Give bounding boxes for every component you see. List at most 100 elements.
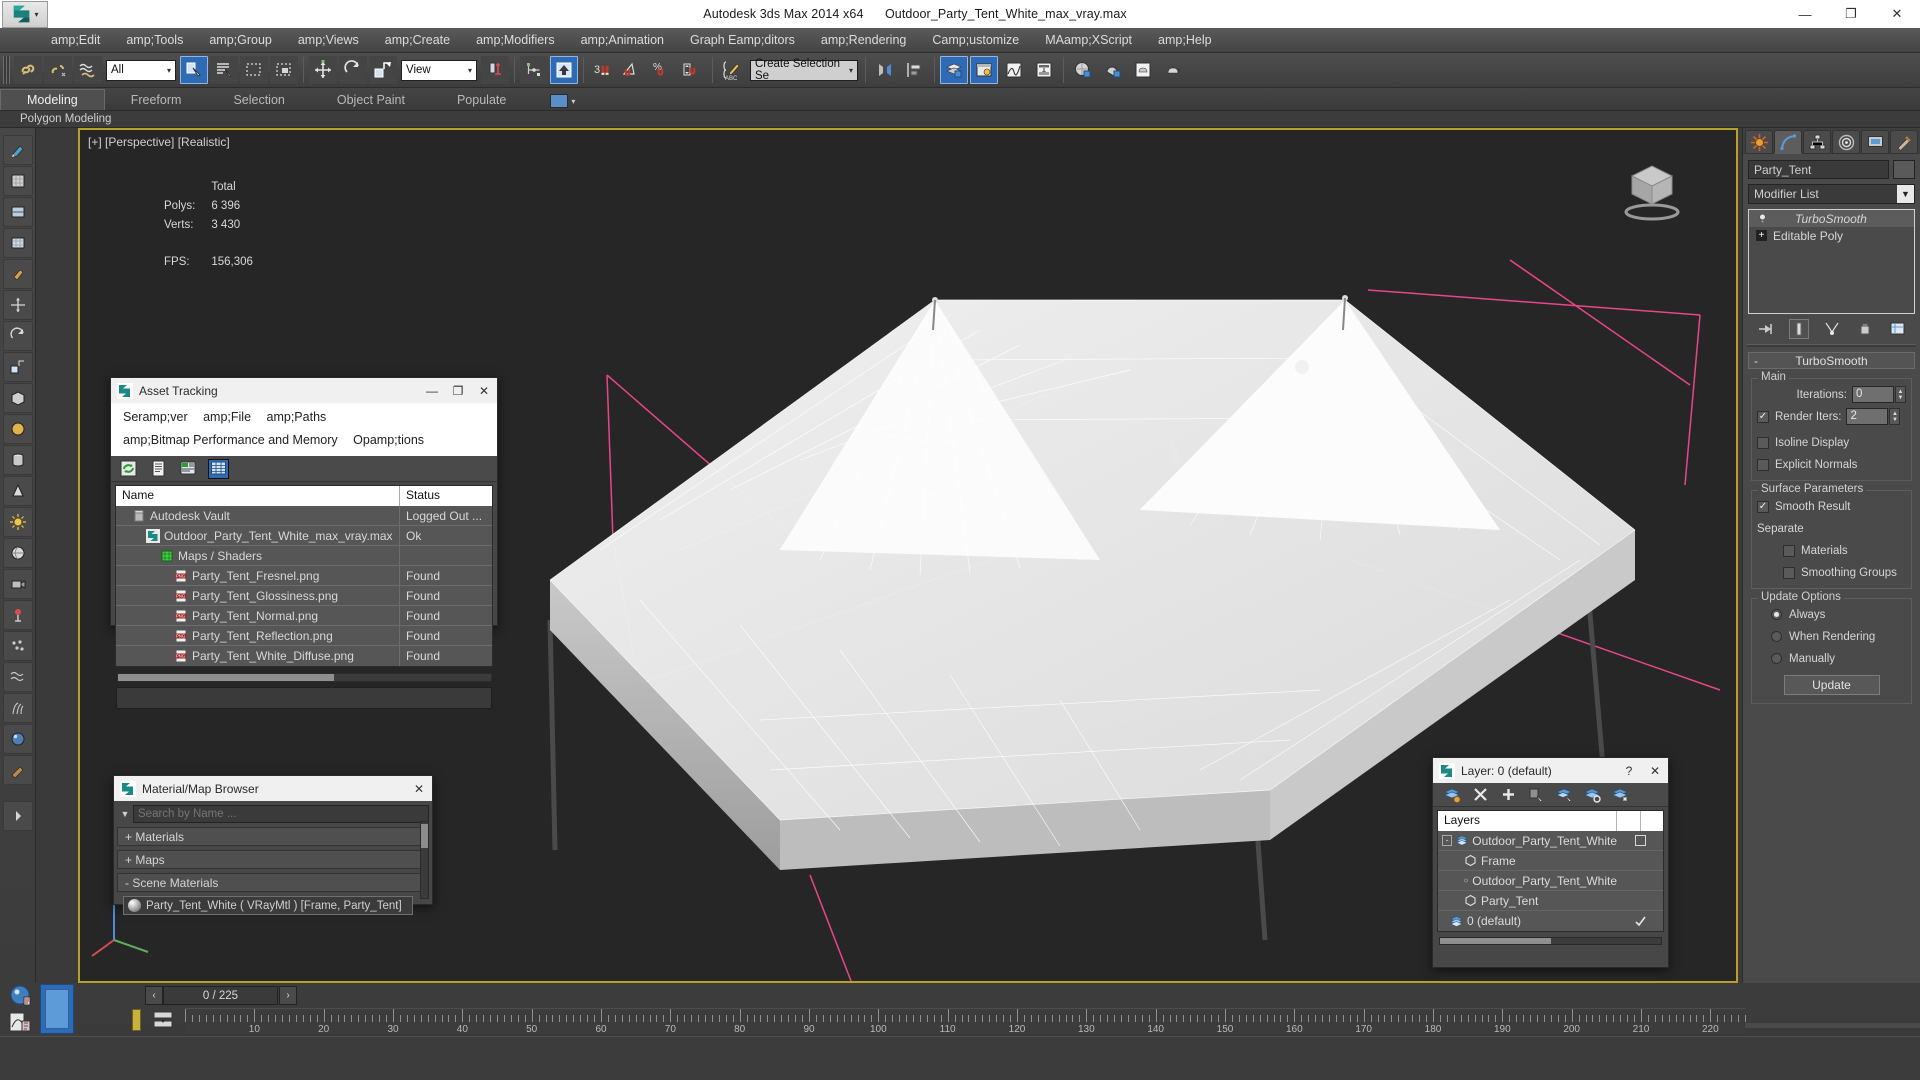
scrollbar-thumb[interactable] [1440, 938, 1551, 944]
object-name-field[interactable]: Party_Tent [1748, 160, 1889, 179]
expander-icon[interactable]: - [1442, 835, 1453, 846]
tab-selection[interactable]: Selection [207, 90, 310, 110]
show-end-result-button[interactable] [1788, 319, 1809, 339]
material-editor-button[interactable] [1069, 56, 1097, 84]
search-input[interactable] [133, 805, 429, 823]
track-bar[interactable]: 10 20 30 40 50 60 70 80 90 100 110 120 130 140 150 160 1… [185, 1008, 1746, 1035]
rectangular-selection-region-button[interactable] [240, 56, 268, 84]
explicit-normals-checkbox[interactable] [1757, 458, 1769, 471]
table-row[interactable]: PNG Party_Tent_White_Diffuse.png Found [116, 646, 492, 666]
tool-spacewarp-button[interactable] [3, 662, 33, 692]
current-frame-field[interactable]: 0 / 225 [163, 986, 278, 1005]
schematic-view-button[interactable] [1030, 56, 1058, 84]
stack-item-editable-poly[interactable]: + Editable Poly [1749, 227, 1914, 244]
prev-frame-button[interactable]: ‹ [145, 986, 163, 1005]
layer-close-button[interactable]: ✕ [1642, 758, 1668, 783]
ribbon-options-button[interactable]: ▾ [550, 94, 575, 108]
path-editor-button[interactable] [178, 459, 199, 479]
menu-item-edit[interactable]: amp;Edit [38, 30, 113, 50]
asset-menu-options[interactable]: Opamp;tions [347, 429, 430, 452]
separate-smoothing-groups-checkbox[interactable] [1783, 566, 1795, 579]
time-configuration-button[interactable] [6, 985, 36, 1011]
stack-item-turbosmooth[interactable]: TurboSmooth [1749, 210, 1914, 227]
update-manually-row[interactable]: Manually [1757, 649, 1906, 668]
asset-tracking-titlebar[interactable]: Asset Tracking — ❐ ✕ [111, 378, 497, 403]
list-item[interactable]: Frame [1438, 851, 1663, 871]
asset-menu-file[interactable]: amp;File [197, 406, 257, 429]
layer-column-freeze[interactable] [1641, 811, 1663, 831]
toolbar-grip[interactable] [3, 56, 10, 84]
rollout-collapse-icon[interactable]: - [1754, 354, 1758, 368]
separate-materials-checkbox[interactable] [1783, 544, 1795, 557]
render-iters-checkbox[interactable]: ✓ [1757, 410, 1769, 423]
scrollbar-thumb[interactable] [421, 824, 428, 848]
table-row[interactable]: PNG Party_Tent_Normal.png Found [116, 606, 492, 626]
snaps-toggle-button[interactable]: 3 [589, 56, 617, 84]
layer-settings-button[interactable] [1609, 785, 1631, 805]
object-color-swatch[interactable] [1893, 160, 1915, 179]
rollout-header[interactable]: - TurboSmooth [1748, 352, 1915, 369]
render-setup-button[interactable] [1099, 56, 1127, 84]
asset-close-button[interactable]: ✕ [471, 378, 497, 403]
open-mini-curve-editor-button[interactable] [6, 1011, 36, 1035]
expander-plus-icon[interactable]: + [1756, 230, 1767, 241]
tool-geosphere-button[interactable] [3, 538, 33, 568]
menu-item-animation[interactable]: amp;Animation [568, 30, 677, 50]
table-row[interactable]: PNG Party_Tent_Reflection.png Found [116, 626, 492, 646]
window-crossing-button[interactable] [270, 56, 298, 84]
tool-cone-button[interactable] [3, 476, 33, 506]
update-always-radio[interactable] [1771, 609, 1782, 620]
menu-item-help[interactable]: amp;Help [1145, 30, 1225, 50]
unlink-selection-button[interactable] [44, 56, 72, 84]
asset-tracking-window[interactable]: Asset Tracking — ❐ ✕ Seramp;ver amp;File… [110, 377, 498, 709]
group-scene-materials[interactable]: - Scene Materials [117, 873, 429, 892]
update-manually-radio[interactable] [1771, 653, 1782, 664]
table-row[interactable]: Autodesk Vault Logged Out ... [116, 506, 492, 526]
layer-help-button[interactable]: ? [1616, 758, 1642, 783]
menu-item-views[interactable]: amp;Views [285, 30, 372, 50]
list-view-button[interactable] [148, 459, 169, 479]
render-iters-spinner[interactable]: ▲ ▼ [1889, 408, 1901, 425]
layer-manager-window[interactable]: Layer: 0 (default) ? ✕ Layers - Outdoor_… [1432, 757, 1669, 968]
tab-populate[interactable]: Populate [431, 90, 532, 110]
tool-paintbrush-button[interactable] [3, 259, 33, 289]
menu-item-create[interactable]: amp;Create [372, 30, 463, 50]
select-objects-in-layer-button[interactable] [1525, 785, 1547, 805]
column-header-status[interactable]: Status [400, 486, 492, 506]
tab-hierarchy[interactable] [1803, 130, 1831, 154]
table-row[interactable]: Outdoor_Party_Tent_White_max_vray.max Ok [116, 526, 492, 546]
maximize-button[interactable]: ❐ [1828, 0, 1874, 28]
tool-scale-button[interactable] [3, 352, 33, 382]
render-production-button[interactable] [1159, 56, 1187, 84]
reference-coordinate-system-combo[interactable]: View ▾ [401, 59, 477, 81]
add-selection-to-layer-button[interactable] [1497, 785, 1519, 805]
menu-item-maxscript[interactable]: MAamp;XScript [1032, 30, 1145, 50]
material-browser-scrollbar[interactable] [420, 821, 429, 899]
asset-menu-bitmap-performance[interactable]: amp;Bitmap Performance and Memory [117, 429, 344, 452]
menu-item-modifiers[interactable]: amp;Modifiers [463, 30, 568, 50]
scene-material-item[interactable]: Party_Tent_White ( VRayMtl ) [Frame, Par… [123, 896, 413, 915]
render-iters-field[interactable]: 2 [1846, 408, 1889, 425]
table-row[interactable]: PNG Party_Tent_Fresnel.png Found [116, 566, 492, 586]
tool-move-button[interactable] [3, 290, 33, 320]
tool-cylinder-button[interactable] [3, 445, 33, 475]
tool-light-button[interactable] [3, 507, 33, 537]
next-frame-button[interactable]: › [279, 986, 297, 1005]
layer-properties-button[interactable] [1581, 785, 1603, 805]
scene-explorer-button[interactable] [970, 56, 998, 84]
layer-list[interactable]: Layers - Outdoor_Party_Tent_White Frame … [1437, 810, 1664, 932]
isoline-display-checkbox[interactable] [1757, 436, 1769, 449]
table-row[interactable]: PNG Party_Tent_Glossiness.png Found [116, 586, 492, 606]
table-row[interactable]: Maps / Shaders [116, 546, 492, 566]
tool-surface-button[interactable] [3, 228, 33, 258]
align-to-view-button[interactable] [550, 56, 578, 84]
selection-filter-combo[interactable]: All ▾ [106, 59, 176, 81]
tool-helper-button[interactable] [3, 600, 33, 630]
mirror-button[interactable] [871, 56, 899, 84]
update-when-rendering-row[interactable]: When Rendering [1757, 627, 1906, 646]
iterations-spinner[interactable]: ▲ ▼ [1895, 386, 1906, 403]
tab-modify[interactable] [1774, 130, 1802, 154]
tool-camera-button[interactable] [3, 569, 33, 599]
horizontal-scrollbar[interactable] [117, 673, 492, 682]
smooth-result-checkbox[interactable]: ✓ [1757, 500, 1769, 513]
